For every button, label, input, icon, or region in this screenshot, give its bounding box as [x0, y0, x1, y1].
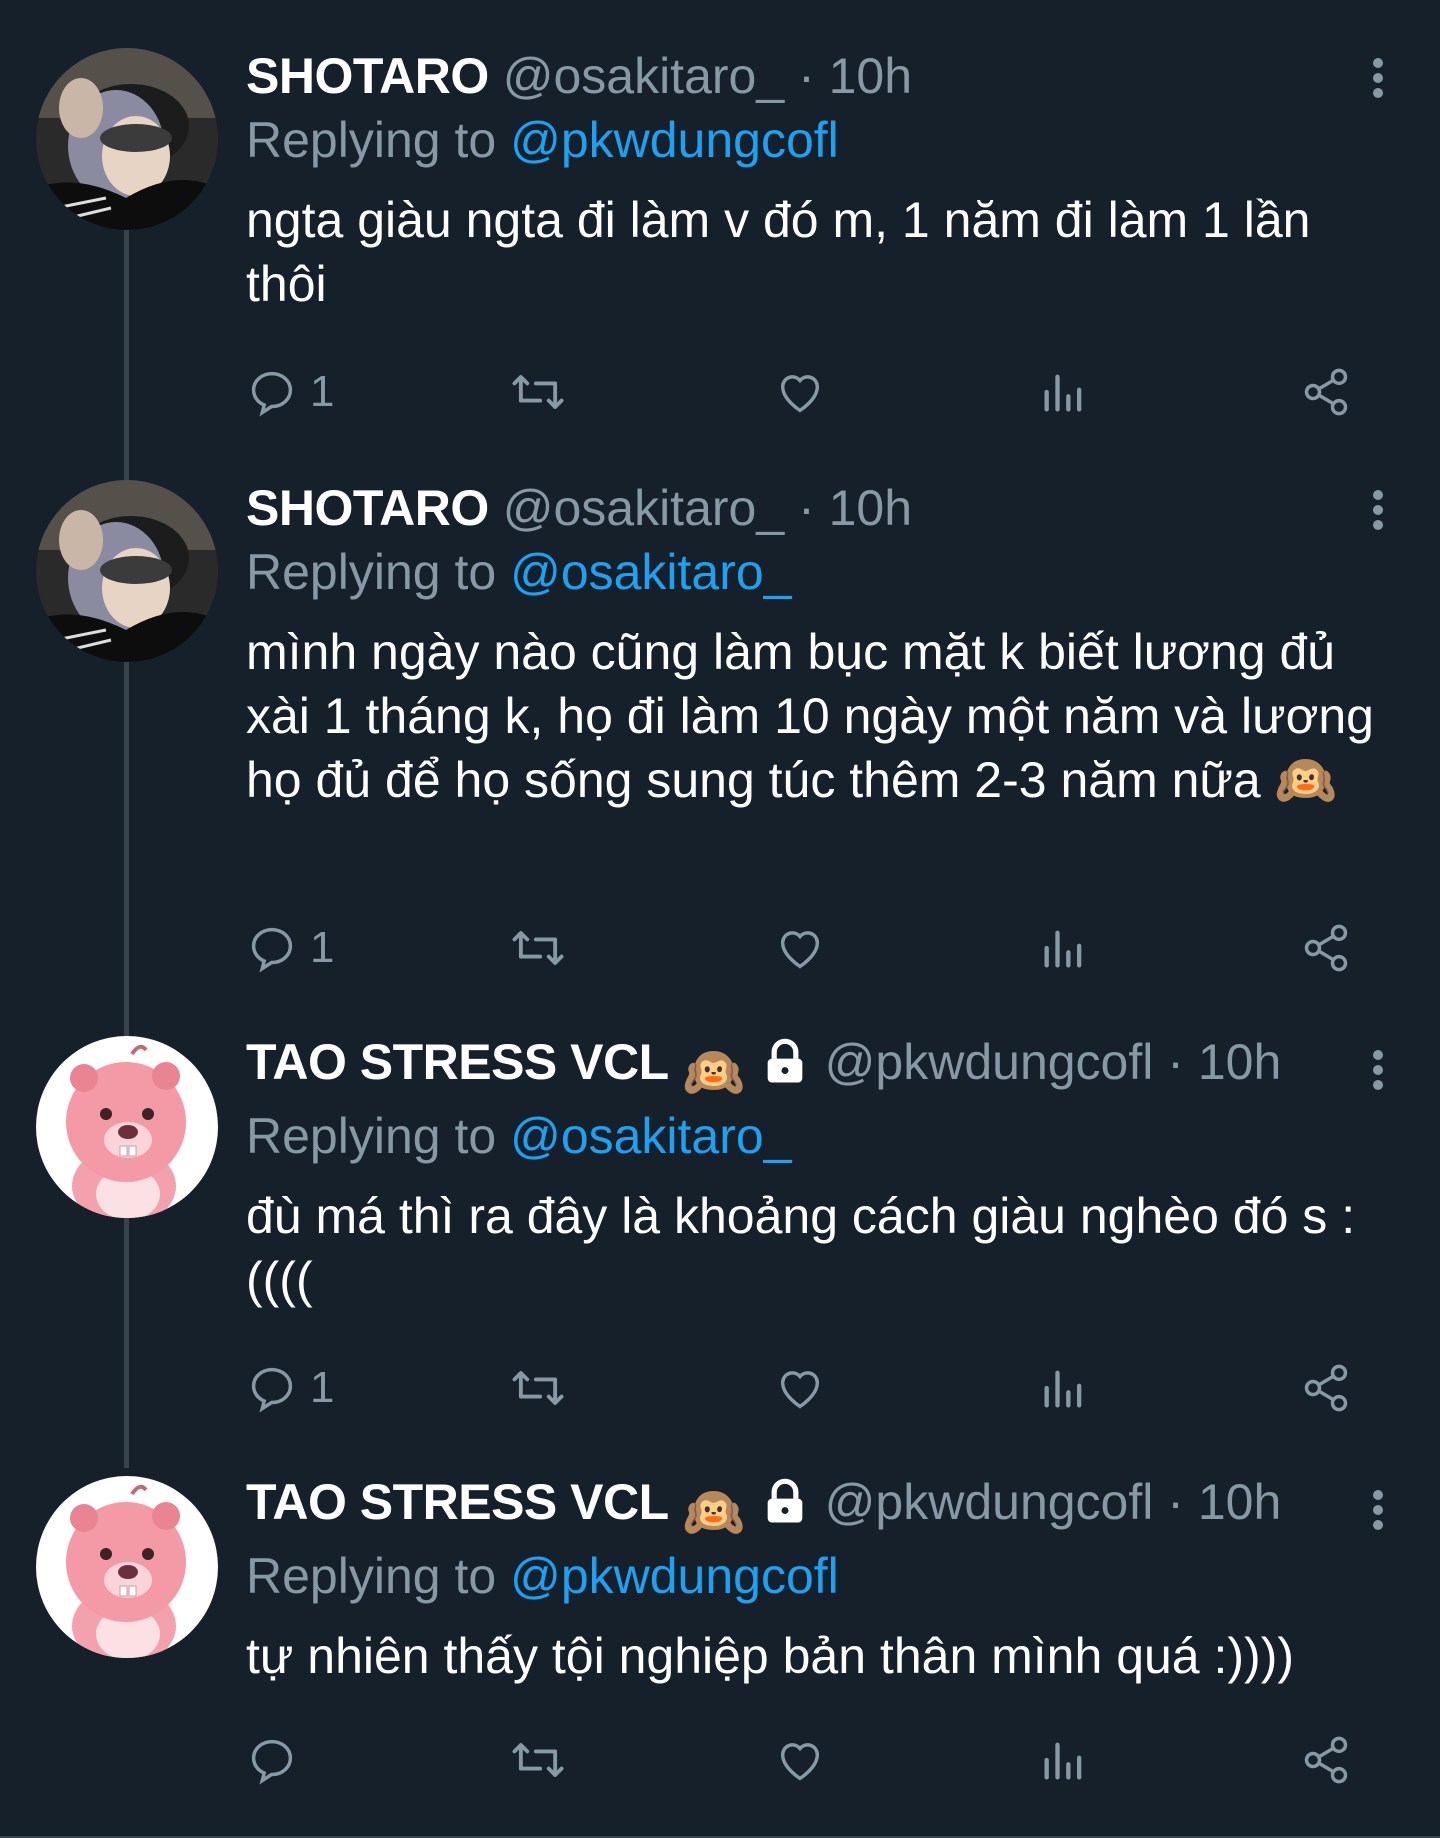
tweet[interactable]: SHOTARO @osakitaro_ · 10h Replying to @o… — [0, 440, 1440, 1002]
share-icon — [1304, 1364, 1348, 1412]
reply-button[interactable] — [246, 1730, 310, 1790]
user-handle[interactable]: @pkwdungcofl — [825, 1034, 1154, 1090]
tweet-header: TAO STRESS VCL 🙉 @pkwdungcofl · 10h — [246, 1030, 1400, 1104]
avatar[interactable] — [36, 1036, 218, 1218]
timestamp[interactable]: 10h — [829, 48, 912, 104]
lock-icon — [759, 1037, 811, 1104]
retweet-button[interactable] — [508, 1358, 568, 1418]
like-button[interactable] — [774, 1358, 826, 1418]
share-button[interactable] — [1300, 362, 1352, 422]
reply-count: 1 — [310, 367, 335, 416]
like-button[interactable] — [774, 1730, 826, 1790]
analytics-button[interactable] — [1038, 1730, 1090, 1790]
reply-count: 1 — [310, 1363, 335, 1412]
tweet-text: đù má thì ra đây là khoảng cách giàu ngh… — [246, 1188, 1356, 1308]
share-icon — [1304, 368, 1348, 416]
timestamp[interactable]: 10h — [829, 480, 912, 536]
replying-to-label: Replying to — [246, 1548, 497, 1604]
share-button[interactable] — [1300, 1358, 1352, 1418]
like-icon — [780, 1371, 820, 1409]
retweet-icon — [512, 375, 564, 409]
tweet[interactable]: SHOTARO @osakitaro_ · 10h Replying to @p… — [0, 0, 1440, 440]
avatar[interactable] — [36, 480, 218, 662]
replying-to: Replying to @pkwdungcofl — [246, 1544, 1400, 1608]
reply-icon — [251, 371, 293, 417]
replying-to: Replying to @pkwdungcofl — [246, 108, 1400, 172]
display-name[interactable]: SHOTARO — [246, 480, 489, 536]
like-icon — [780, 1743, 820, 1781]
analytics-button[interactable] — [1038, 918, 1090, 978]
lock-icon — [759, 1477, 811, 1544]
retweet-button[interactable] — [508, 362, 568, 422]
analytics-icon — [1044, 374, 1082, 412]
more-icon[interactable] — [1368, 1490, 1388, 1538]
analytics-icon — [1044, 1742, 1082, 1780]
see-no-evil-monkey-emoji: 🙉 — [682, 1044, 745, 1100]
analytics-icon — [1044, 1370, 1082, 1408]
tweet-actions: 1 — [246, 918, 1366, 978]
separator: · — [1167, 1034, 1184, 1090]
tweet-actions: 1 — [246, 362, 1366, 422]
retweet-button[interactable] — [508, 1730, 568, 1790]
display-name[interactable]: TAO STRESS VCL — [246, 1474, 669, 1530]
retweet-icon — [512, 1743, 564, 1777]
timestamp[interactable]: 10h — [1198, 1034, 1281, 1090]
replying-to-label: Replying to — [246, 544, 497, 600]
tweet-header: SHOTARO @osakitaro_ · 10h — [246, 44, 1400, 108]
replying-to: Replying to @osakitaro_ — [246, 1104, 1400, 1168]
reply-button[interactable]: 1 — [246, 1358, 334, 1418]
analytics-icon — [1044, 930, 1082, 968]
avatar[interactable] — [36, 1476, 218, 1658]
avatar[interactable] — [36, 48, 218, 230]
retweet-icon — [512, 931, 564, 965]
tweet-text: ngta giàu ngta đi làm v đó m, 1 năm đi l… — [246, 192, 1311, 312]
share-icon — [1304, 924, 1348, 972]
display-name[interactable]: SHOTARO — [246, 48, 489, 104]
separator: · — [798, 480, 815, 536]
reply-button[interactable]: 1 — [246, 362, 334, 422]
user-handle[interactable]: @osakitaro_ — [503, 480, 784, 536]
more-icon[interactable] — [1368, 58, 1388, 106]
user-handle[interactable]: @pkwdungcofl — [825, 1474, 1154, 1530]
retweet-icon — [512, 1371, 564, 1405]
tweet-actions — [246, 1730, 1366, 1790]
analytics-button[interactable] — [1038, 1358, 1090, 1418]
separator: · — [1167, 1474, 1184, 1530]
see-no-evil-monkey-emoji: 🙉 — [682, 1484, 745, 1540]
tweet-text: mình ngày nào cũng làm bục mặt k biết lư… — [246, 624, 1374, 808]
share-button[interactable] — [1300, 1730, 1352, 1790]
tweet-text: tự nhiên thấy tội nghiệp bản thân mình q… — [246, 1628, 1294, 1684]
separator: · — [798, 48, 815, 104]
reply-button[interactable]: 1 — [246, 918, 334, 978]
retweet-button[interactable] — [508, 918, 568, 978]
mention-link[interactable]: @osakitaro_ — [510, 544, 791, 600]
mention-link[interactable]: @pkwdungcofl — [510, 1548, 839, 1604]
display-name[interactable]: TAO STRESS VCL — [246, 1034, 669, 1090]
like-icon — [780, 375, 820, 413]
like-button[interactable] — [774, 918, 826, 978]
reply-icon — [251, 927, 293, 973]
analytics-button[interactable] — [1038, 362, 1090, 422]
replying-to: Replying to @osakitaro_ — [246, 540, 1400, 604]
reply-icon — [251, 1367, 293, 1413]
mention-link[interactable]: @pkwdungcofl — [510, 112, 839, 168]
more-icon[interactable] — [1368, 490, 1388, 538]
replying-to-label: Replying to — [246, 1108, 497, 1164]
timestamp[interactable]: 10h — [1198, 1474, 1281, 1530]
tweet-header: SHOTARO @osakitaro_ · 10h — [246, 476, 1400, 540]
reply-count: 1 — [310, 923, 335, 972]
tweet[interactable]: TAO STRESS VCL 🙉 @pkwdungcofl · 10h Repl… — [0, 1442, 1440, 1838]
share-icon — [1304, 1736, 1348, 1784]
user-handle[interactable]: @osakitaro_ — [503, 48, 784, 104]
like-icon — [780, 931, 820, 969]
more-icon[interactable] — [1368, 1050, 1388, 1098]
mention-link[interactable]: @osakitaro_ — [510, 1108, 791, 1164]
like-button[interactable] — [774, 362, 826, 422]
tweet[interactable]: TAO STRESS VCL 🙉 @pkwdungcofl · 10h Repl… — [0, 1002, 1440, 1442]
tweet-header: TAO STRESS VCL 🙉 @pkwdungcofl · 10h — [246, 1470, 1400, 1544]
share-button[interactable] — [1300, 918, 1352, 978]
reply-icon — [251, 1739, 293, 1785]
tweet-actions: 1 — [246, 1358, 1366, 1418]
replying-to-label: Replying to — [246, 112, 497, 168]
